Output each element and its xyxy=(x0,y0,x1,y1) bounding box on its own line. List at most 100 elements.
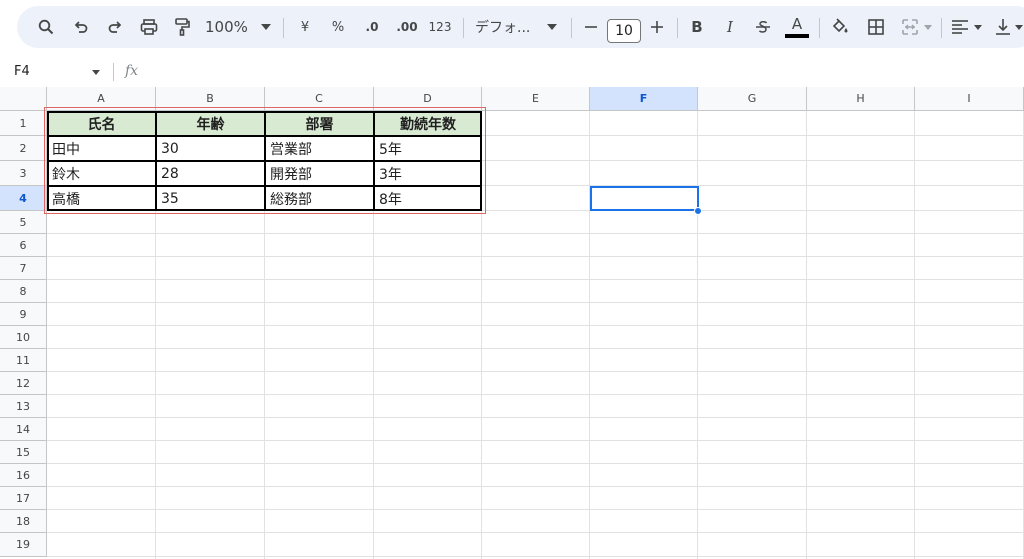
search-menus-button[interactable] xyxy=(35,6,57,48)
row-header-9[interactable]: 9 xyxy=(0,303,47,326)
column-header-d[interactable]: D xyxy=(374,87,482,111)
table-cell[interactable]: 35 xyxy=(156,186,265,211)
row-header-14[interactable]: 14 xyxy=(0,418,47,441)
table-border-horizontal xyxy=(47,185,482,187)
row-header-7[interactable]: 7 xyxy=(0,257,47,280)
row-header-15[interactable]: 15 xyxy=(0,441,47,464)
gridline-horizontal xyxy=(47,556,1024,557)
font-dropdown-icon[interactable] xyxy=(545,6,559,48)
toolbar-divider xyxy=(819,18,820,38)
text-color-button[interactable]: A xyxy=(783,6,811,48)
table-cell[interactable]: 高橋 xyxy=(47,186,156,211)
zoom-dropdown-icon[interactable] xyxy=(259,6,273,48)
table-cell[interactable]: 5年 xyxy=(374,136,482,161)
fill-color-button[interactable] xyxy=(827,6,853,48)
name-box-dropdown-icon[interactable] xyxy=(92,70,100,75)
table-cell[interactable]: 28 xyxy=(156,161,265,186)
merge-dropdown-icon[interactable] xyxy=(922,6,934,48)
row-header-4[interactable]: 4 xyxy=(0,186,47,211)
table-cell[interactable]: 営業部 xyxy=(265,136,374,161)
merge-cells-icon xyxy=(902,19,918,35)
vertical-align-button[interactable] xyxy=(992,6,1014,48)
row-header-17[interactable]: 17 xyxy=(0,487,47,510)
print-icon xyxy=(140,19,158,35)
select-all-corner[interactable] xyxy=(0,87,47,111)
table-cell[interactable]: 3年 xyxy=(374,161,482,186)
row-header-10[interactable]: 10 xyxy=(0,326,47,349)
valign-dropdown-icon[interactable] xyxy=(1014,6,1024,48)
strikethrough-button[interactable] xyxy=(753,6,773,48)
row-header-19[interactable]: 19 xyxy=(0,533,47,557)
selected-cell-f4[interactable] xyxy=(590,186,699,211)
table-header-cell[interactable]: 部署 xyxy=(265,111,374,136)
row-header-2[interactable]: 2 xyxy=(0,136,47,161)
table-header-cell[interactable]: 年齢 xyxy=(156,111,265,136)
row-header-5[interactable]: 5 xyxy=(0,211,47,234)
gridline-horizontal xyxy=(47,348,1024,349)
table-header-cell[interactable]: 勤続年数 xyxy=(374,111,482,136)
column-header-g[interactable]: G xyxy=(698,87,807,111)
column-header-b[interactable]: B xyxy=(156,87,265,111)
bold-button[interactable]: B xyxy=(687,6,707,48)
borders-button[interactable] xyxy=(865,6,887,48)
row-header-1[interactable]: 1 xyxy=(0,111,47,136)
row-header-3[interactable]: 3 xyxy=(0,161,47,186)
increase-decimal-button[interactable]: .00 xyxy=(393,6,421,48)
column-header-h[interactable]: H xyxy=(807,87,915,111)
merge-cells-button[interactable] xyxy=(899,6,921,48)
paint-format-button[interactable] xyxy=(171,6,193,48)
column-header-c[interactable]: C xyxy=(265,87,374,111)
font-family-select[interactable]: デフォ... xyxy=(475,6,535,48)
column-header-e[interactable]: E xyxy=(482,87,590,111)
gridline-horizontal xyxy=(47,463,1024,464)
font-size-input[interactable]: 10 xyxy=(607,19,641,43)
undo-button[interactable] xyxy=(70,6,92,48)
table-cell[interactable]: 総務部 xyxy=(265,186,374,211)
horizontal-align-button[interactable] xyxy=(949,6,971,48)
name-box[interactable]: F4 xyxy=(14,64,30,79)
row-header-13[interactable]: 13 xyxy=(0,395,47,418)
toolbar: 100% ¥ % .0 .00 123 デフォ... 10 B I A xyxy=(17,6,1024,48)
formula-bar-divider xyxy=(113,63,114,81)
align-dropdown-icon[interactable] xyxy=(972,6,984,48)
column-header-f[interactable]: F xyxy=(590,87,698,111)
row-header-6[interactable]: 6 xyxy=(0,234,47,257)
column-header-i[interactable]: I xyxy=(915,87,1024,111)
toolbar-divider xyxy=(463,18,464,38)
row-header-8[interactable]: 8 xyxy=(0,280,47,303)
fill-handle[interactable] xyxy=(694,207,702,215)
row-header-12[interactable]: 12 xyxy=(0,372,47,395)
column-header-a[interactable]: A xyxy=(47,87,156,111)
borders-icon xyxy=(868,19,884,35)
number-format-button[interactable]: 123 xyxy=(427,6,453,48)
table-cell[interactable]: 鈴木 xyxy=(47,161,156,186)
row-header-11[interactable]: 11 xyxy=(0,349,47,372)
table-cell[interactable]: 田中 xyxy=(47,136,156,161)
gridline-horizontal xyxy=(47,371,1024,372)
table-cell[interactable]: 30 xyxy=(156,136,265,161)
decrease-font-size-button[interactable] xyxy=(581,6,601,48)
percent-format-button[interactable]: % xyxy=(328,6,348,48)
table-cell[interactable]: 8年 xyxy=(374,186,482,211)
gridline-horizontal xyxy=(47,486,1024,487)
gridline-horizontal xyxy=(47,325,1024,326)
redo-button[interactable] xyxy=(104,6,126,48)
table-cell[interactable]: 開発部 xyxy=(265,161,374,186)
currency-format-button[interactable]: ¥ xyxy=(295,6,315,48)
increase-font-size-button[interactable] xyxy=(647,6,667,48)
row-header-18[interactable]: 18 xyxy=(0,510,47,533)
italic-button[interactable]: I xyxy=(720,6,740,48)
formula-input[interactable] xyxy=(150,63,1010,81)
print-button[interactable] xyxy=(137,6,161,48)
gridline-horizontal xyxy=(47,302,1024,303)
row-header-16[interactable]: 16 xyxy=(0,464,47,487)
toolbar-divider xyxy=(283,18,284,38)
gridline-vertical xyxy=(589,111,590,559)
gridline-horizontal xyxy=(47,417,1024,418)
table-header-cell[interactable]: 氏名 xyxy=(47,111,156,136)
table-border-horizontal xyxy=(47,160,482,162)
decrease-decimal-button[interactable]: .0 xyxy=(359,6,385,48)
function-icon: fx xyxy=(125,63,139,79)
minus-icon xyxy=(585,26,597,28)
gridline-horizontal xyxy=(47,256,1024,257)
